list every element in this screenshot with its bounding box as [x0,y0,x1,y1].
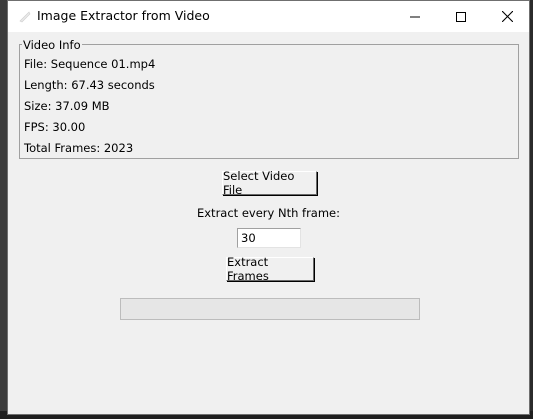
minimize-icon [410,16,420,17]
nth-frame-input[interactable] [237,228,301,248]
app-feather-icon [19,11,31,23]
close-button[interactable] [484,1,530,32]
maximize-button[interactable] [438,1,484,32]
total-frames-label: Total Frames: 2023 [24,141,134,155]
size-label: Size: 37.09 MB [24,99,110,113]
file-label: File: Sequence 01.mp4 [24,57,156,71]
minimize-button[interactable] [392,1,438,32]
window-title: Image Extractor from Video [37,8,210,23]
extract-frames-button[interactable]: Extract Frames [226,255,314,283]
select-video-button[interactable]: Select Video File [222,169,317,197]
app-window: Image Extractor from Video Video Info Fi… [7,0,530,415]
close-icon [501,11,513,22]
maximize-icon [456,11,466,22]
length-label: Length: 67.43 seconds [24,78,155,92]
fps-label: FPS: 30.00 [24,120,86,134]
progress-bar [120,298,420,320]
title-bar[interactable]: Image Extractor from Video [8,1,529,32]
nth-frame-label: Extract every Nth frame: [196,206,341,220]
video-info-legend: Video Info [22,38,82,52]
